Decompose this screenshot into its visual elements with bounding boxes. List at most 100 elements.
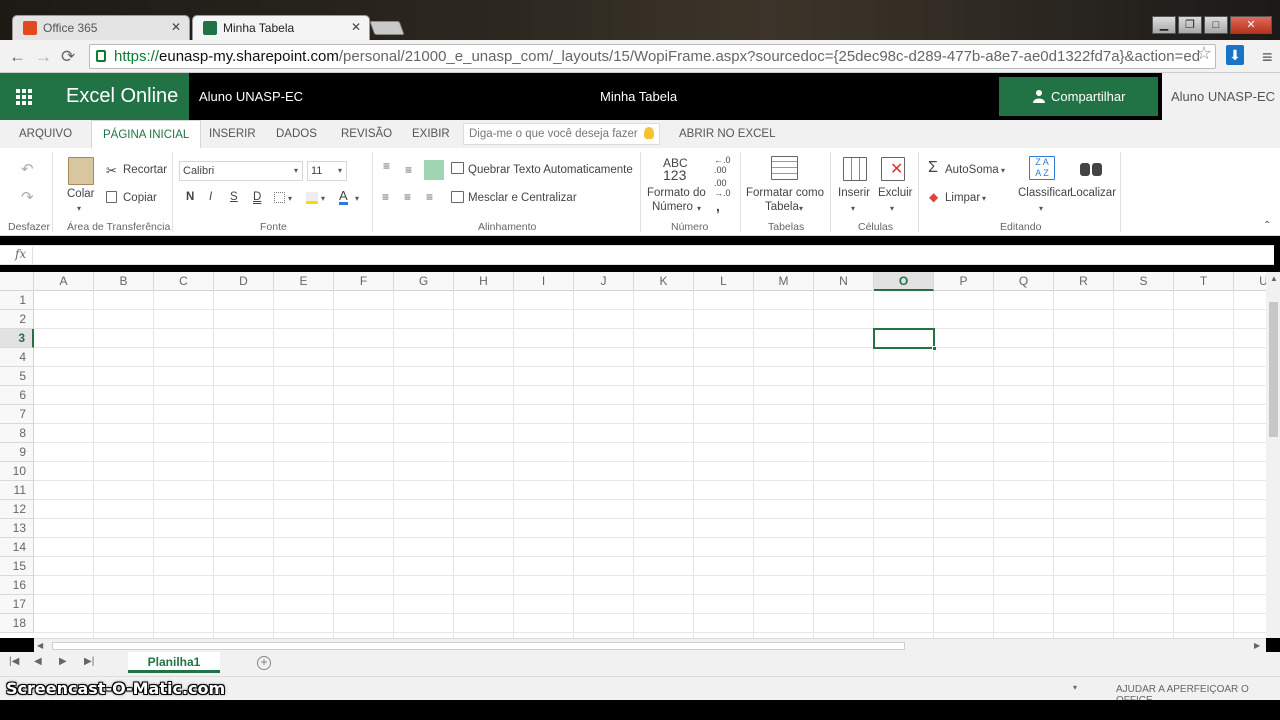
row-header-16[interactable]: 16 xyxy=(0,576,34,595)
row-header-18[interactable]: 18 xyxy=(0,614,34,633)
wrap-text-button[interactable]: Quebrar Texto Automaticamente xyxy=(468,164,633,176)
chevron-down-icon[interactable]: ▾ xyxy=(77,204,81,213)
minimize-button[interactable]: ▁ xyxy=(1152,16,1176,34)
account-name[interactable]: Aluno UNASP-EC xyxy=(1162,73,1280,120)
chevron-down-icon[interactable]: ▾ xyxy=(355,194,359,203)
format-as-table-label[interactable]: Tabela xyxy=(765,201,799,213)
share-button[interactable]: Compartilhar xyxy=(999,77,1158,116)
row-header-12[interactable]: 12 xyxy=(0,500,34,519)
scroll-up-icon[interactable]: ▲ xyxy=(1270,274,1278,283)
row-header-6[interactable]: 6 xyxy=(0,386,34,405)
tab-pagina-inicial[interactable]: PÁGINA INICIAL xyxy=(91,120,202,149)
tab-revisao[interactable]: REVISÃO xyxy=(341,128,392,140)
back-icon[interactable]: ← xyxy=(9,47,26,67)
row-header-13[interactable]: 13 xyxy=(0,519,34,538)
underline-button[interactable]: S xyxy=(230,191,238,203)
spreadsheet-grid[interactable]: ABCDEFGHIJKLMNOPQRSTU 1 2 3 4 5 6 7 8 9 10 11 12 13 1… xyxy=(0,272,1266,638)
new-tab-button[interactable] xyxy=(369,21,405,35)
column-header-m[interactable]: M xyxy=(754,272,814,291)
first-sheet-icon[interactable]: |◀ xyxy=(9,656,19,667)
number-format-label[interactable]: Número xyxy=(652,201,693,213)
row-header-17[interactable]: 17 xyxy=(0,595,34,614)
chevron-down-icon[interactable]: ▾ xyxy=(799,204,803,213)
bold-button[interactable]: N xyxy=(186,191,194,203)
vertical-scrollbar[interactable]: ▲ xyxy=(1266,272,1280,638)
close-tab-icon[interactable]: ✕ xyxy=(171,20,181,34)
row-header-15[interactable]: 15 xyxy=(0,557,34,576)
paste-button[interactable]: Colar xyxy=(67,188,94,200)
restore-button[interactable]: ❐ xyxy=(1178,16,1202,34)
italic-button[interactable]: I xyxy=(209,191,212,203)
number-format-button[interactable]: Formato do xyxy=(647,187,706,199)
delete-button[interactable]: Excluir xyxy=(878,187,913,199)
column-header-a[interactable]: A xyxy=(34,272,94,291)
comma-style-icon[interactable]: , xyxy=(716,198,720,214)
reload-icon[interactable]: ⟳ xyxy=(61,47,75,67)
double-underline-button[interactable]: D xyxy=(253,191,261,203)
row-header-9[interactable]: 9 xyxy=(0,443,34,462)
chevron-down-icon[interactable]: ▾ xyxy=(851,204,855,213)
increase-decimal-icon[interactable]: ←.0.00 xyxy=(714,155,731,175)
cut-button[interactable]: Recortar xyxy=(123,164,167,176)
row-header-4[interactable]: 4 xyxy=(0,348,34,367)
sheet-tab-planilha1[interactable]: Planilha1 xyxy=(128,652,220,673)
browser-tab-office365[interactable]: Office 365 ✕ xyxy=(12,15,190,40)
chevron-down-icon[interactable]: ▾ xyxy=(697,204,701,213)
decrease-decimal-icon[interactable]: .00 →.0 xyxy=(714,178,731,198)
browser-menu-icon[interactable]: ≡ xyxy=(1262,47,1273,68)
find-button[interactable]: Localizar xyxy=(1070,187,1116,199)
column-header-u[interactable]: U xyxy=(1234,272,1266,291)
align-center-icon[interactable]: ≡ xyxy=(404,190,411,204)
column-header-h[interactable]: H xyxy=(454,272,514,291)
app-launcher-icon[interactable] xyxy=(0,73,47,120)
font-name-select[interactable]: Calibri ▾ xyxy=(179,161,303,181)
chevron-down-icon[interactable]: ▾ xyxy=(1073,683,1077,692)
format-as-table-button[interactable]: Formatar como xyxy=(746,187,824,199)
bookmark-star-icon[interactable]: ☆ xyxy=(1196,43,1212,64)
browser-tab-minha-tabela[interactable]: Minha Tabela ✕ xyxy=(192,15,370,40)
clear-button[interactable]: Limpar xyxy=(945,192,980,204)
horizontal-scroll-thumb[interactable] xyxy=(52,642,905,650)
tab-exibir[interactable]: EXIBIR xyxy=(412,128,450,140)
scroll-right-icon[interactable]: ▶ xyxy=(1254,641,1260,650)
column-header-t[interactable]: T xyxy=(1174,272,1234,291)
vertical-scroll-thumb[interactable] xyxy=(1269,302,1278,437)
column-header-e[interactable]: E xyxy=(274,272,334,291)
align-left-icon[interactable]: ≡ xyxy=(382,190,389,204)
next-sheet-icon[interactable]: ▶ xyxy=(59,656,67,667)
chevron-down-icon[interactable]: ▾ xyxy=(1001,166,1005,175)
align-right-icon[interactable]: ≡ xyxy=(426,190,433,204)
column-header-g[interactable]: G xyxy=(394,272,454,291)
chevron-down-icon[interactable]: ▾ xyxy=(1039,204,1043,213)
copy-button[interactable]: Copiar xyxy=(123,192,157,204)
column-header-f[interactable]: F xyxy=(334,272,394,291)
row-header-8[interactable]: 8 xyxy=(0,424,34,443)
chevron-down-icon[interactable]: ▾ xyxy=(890,204,894,213)
align-middle-icon[interactable]: ≡ xyxy=(405,163,412,177)
autosum-button[interactable]: AutoSoma xyxy=(945,164,999,176)
row-header-1[interactable]: 1 xyxy=(0,291,34,310)
sort-filter-button[interactable]: Classificar xyxy=(1018,187,1071,199)
column-header-b[interactable]: B xyxy=(94,272,154,291)
fill-handle[interactable] xyxy=(932,346,937,351)
column-header-o[interactable]: O xyxy=(874,272,934,291)
download-icon[interactable]: ⬇ xyxy=(1226,45,1244,65)
merge-center-button[interactable]: Mesclar e Centralizar xyxy=(468,192,577,204)
tell-me-input[interactable]: Diga-me o que você deseja fazer xyxy=(463,123,660,145)
last-sheet-icon[interactable]: ▶| xyxy=(84,656,94,667)
row-header-14[interactable]: 14 xyxy=(0,538,34,557)
url-input[interactable]: https://eunasp-my.sharepoint.com/persona… xyxy=(89,44,1216,69)
tab-inserir[interactable]: INSERIR xyxy=(209,128,256,140)
column-header-r[interactable]: R xyxy=(1054,272,1114,291)
tab-arquivo[interactable]: ARQUIVO xyxy=(19,128,72,140)
row-header-2[interactable]: 2 xyxy=(0,310,34,329)
chevron-down-icon[interactable]: ▾ xyxy=(982,194,986,203)
column-header-n[interactable]: N xyxy=(814,272,874,291)
active-cell-O3[interactable] xyxy=(873,328,937,351)
horizontal-scrollbar[interactable]: ◀ ▶ xyxy=(34,638,1266,652)
font-color-icon[interactable]: A xyxy=(339,189,348,205)
column-header-s[interactable]: S xyxy=(1114,272,1174,291)
close-tab-icon[interactable]: ✕ xyxy=(351,20,361,34)
row-header-10[interactable]: 10 xyxy=(0,462,34,481)
column-header-i[interactable]: I xyxy=(514,272,574,291)
